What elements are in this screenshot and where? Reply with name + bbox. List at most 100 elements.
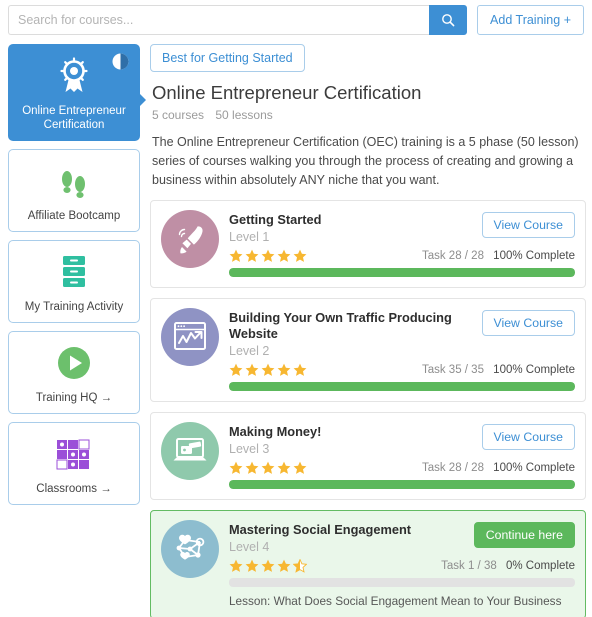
task-count: Task 35 / 35	[421, 364, 484, 376]
course-button-label: View Course	[493, 430, 564, 444]
course-title: Mastering Social Engagement	[229, 522, 412, 537]
course-header: Mastering Social Engagement Level 4 Cont…	[229, 522, 575, 554]
page-title: Online Entrepreneur Certification	[152, 82, 422, 103]
search-bar	[8, 5, 468, 35]
current-lesson: Lesson: What Does Social Engagement Mean…	[229, 594, 562, 608]
main-content: Best for Getting Started Online Entrepre…	[150, 44, 586, 617]
sidebar-item-online-entrepreneur-certification[interactable]: Online Entrepreneur Certification	[8, 44, 146, 141]
course-titles: Making Money! Level 3	[229, 424, 482, 456]
progress-bar	[229, 480, 575, 489]
laptop-wallet-icon	[161, 422, 219, 480]
training-page: Add Training +	[0, 0, 592, 617]
progress-fill	[229, 268, 575, 277]
certificate-ribbon-icon	[55, 55, 93, 97]
course-level: Level 4	[229, 540, 270, 554]
course-stats: Task 28 / 28 100% Complete	[229, 249, 575, 263]
percent-complete: 100% Complete	[493, 250, 575, 262]
course-header: Making Money! Level 3 View Course	[229, 424, 575, 456]
percent-complete: 0% Complete	[505, 560, 575, 572]
course-titles: Building Your Own Traffic Producing Webs…	[229, 310, 482, 358]
play-circle-icon	[56, 342, 92, 384]
course-progress-text: Task 28 / 28 100% Complete	[307, 462, 575, 474]
course-title: Getting Started	[229, 212, 322, 227]
search-input[interactable]	[8, 5, 430, 35]
sidebar-item-training-hq[interactable]: Training HQ →	[8, 331, 140, 414]
course-header: Getting Started Level 1 View Course	[229, 212, 575, 244]
star-rating	[229, 559, 307, 573]
course-thumbnail	[161, 210, 223, 277]
task-count: Task 1 / 38	[441, 560, 497, 572]
course-thumbnail	[161, 520, 223, 608]
course-title: Making Money!	[229, 424, 322, 439]
chart-window-icon	[161, 308, 219, 366]
course-body: Mastering Social Engagement Level 4 Cont…	[223, 520, 575, 608]
course-level: Level 1	[229, 230, 270, 244]
percent-complete: 100% Complete	[493, 462, 575, 474]
course-button-label: View Course	[493, 316, 564, 330]
continue-here-button[interactable]: Continue here	[473, 522, 575, 548]
social-network-icon	[161, 520, 219, 578]
course-button-label: Continue here	[485, 528, 563, 542]
course-button-label: View Course	[493, 218, 564, 232]
star-rating	[229, 363, 307, 377]
sidebar-item-my-training-activity[interactable]: My Training Activity	[8, 240, 140, 323]
view-course-button[interactable]: View Course	[481, 310, 575, 336]
sidebar-item-affiliate-bootcamp[interactable]: Affiliate Bootcamp	[8, 149, 140, 232]
course-body: Getting Started Level 1 View Course Task…	[223, 210, 575, 277]
course-body: Making Money! Level 3 View Course Task 2…	[223, 422, 575, 489]
course-thumbnail	[161, 422, 223, 489]
active-tile-pointer	[139, 93, 146, 107]
sidebar-item-label: My Training Activity	[24, 301, 124, 313]
sidebar-item-classrooms[interactable]: Classrooms →	[8, 422, 140, 505]
course-stats: Task 1 / 38 0% Complete	[229, 559, 575, 573]
course-progress-text: Task 35 / 35 100% Complete	[307, 364, 575, 376]
badge-label: Best for Getting Started	[162, 51, 293, 65]
view-course-button[interactable]: View Course	[481, 212, 575, 238]
progress-bar	[229, 382, 575, 391]
file-cabinet-icon	[59, 251, 89, 293]
course-card[interactable]: Making Money! Level 3 View Course Task 2…	[150, 412, 586, 500]
best-for-getting-started-badge[interactable]: Best for Getting Started	[150, 44, 305, 72]
sidebar-item-label: Classrooms →	[36, 483, 112, 495]
sidebar-item-label: Training HQ →	[35, 392, 113, 404]
view-course-button[interactable]: View Course	[481, 424, 575, 450]
course-level: Level 2	[229, 344, 270, 358]
course-stats: Task 28 / 28 100% Complete	[229, 461, 575, 475]
course-body: Building Your Own Traffic Producing Webs…	[223, 308, 575, 391]
search-button[interactable]	[429, 5, 468, 35]
star-rating	[229, 461, 307, 475]
star-rating	[229, 249, 307, 263]
footprints-icon	[58, 160, 90, 202]
course-card[interactable]: Building Your Own Traffic Producing Webs…	[150, 298, 586, 402]
add-training-label: Add Training +	[490, 13, 571, 27]
sidebar-item-label: Affiliate Bootcamp	[27, 210, 121, 222]
course-titles: Getting Started Level 1	[229, 212, 482, 244]
course-level: Level 3	[229, 442, 270, 456]
training-meta: 5 courses 50 lessons	[152, 108, 586, 122]
progress-fill	[229, 382, 575, 391]
add-training-button[interactable]: Add Training +	[477, 5, 584, 35]
rocket-icon	[161, 210, 219, 268]
lessons-count: 50 lessons	[215, 108, 273, 122]
training-description: The Online Entrepreneur Certification (O…	[152, 135, 579, 187]
course-thumbnail	[161, 308, 223, 391]
course-progress-text: Task 28 / 28 100% Complete	[307, 250, 575, 262]
course-progress-text: Task 1 / 38 0% Complete	[307, 560, 575, 572]
course-titles: Mastering Social Engagement Level 4	[229, 522, 474, 554]
half-circle-progress-icon	[112, 53, 129, 70]
course-card-current[interactable]: Mastering Social Engagement Level 4 Cont…	[150, 510, 586, 617]
courses-count: 5 courses	[152, 108, 205, 122]
task-count: Task 28 / 28	[421, 250, 484, 262]
course-stats: Task 35 / 35 100% Complete	[229, 363, 575, 377]
progress-bar	[229, 578, 575, 587]
search-icon	[441, 13, 455, 27]
top-toolbar: Add Training +	[0, 0, 592, 40]
course-title: Building Your Own Traffic Producing Webs…	[229, 310, 452, 341]
percent-complete: 100% Complete	[493, 364, 575, 376]
sidebar: Online Entrepreneur Certification Affili…	[8, 44, 146, 513]
progress-bar	[229, 268, 575, 277]
task-count: Task 28 / 28	[421, 462, 484, 474]
course-card[interactable]: Getting Started Level 1 View Course Task…	[150, 200, 586, 288]
classrooms-grid-icon	[56, 433, 92, 475]
course-header: Building Your Own Traffic Producing Webs…	[229, 310, 575, 358]
